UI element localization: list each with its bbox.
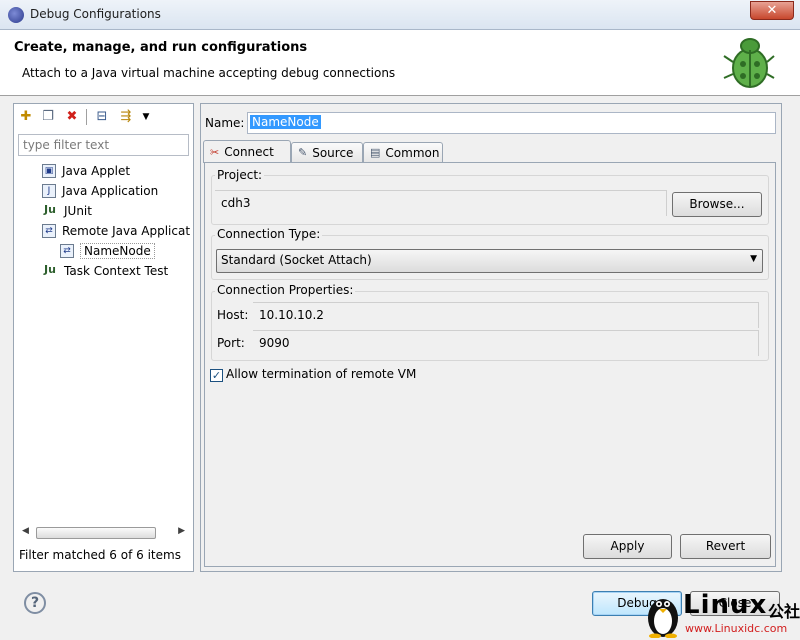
name-label: Name: bbox=[205, 116, 245, 130]
dialog-header: Create, manage, and run configurations A… bbox=[0, 30, 800, 96]
header-subtitle: Attach to a Java virtual machine accepti… bbox=[22, 66, 396, 80]
source-icon: ✎ bbox=[298, 146, 308, 159]
apply-button[interactable]: Apply bbox=[583, 534, 672, 559]
dropdown-arrow-icon[interactable]: ▼ bbox=[138, 109, 154, 125]
tab-common[interactable]: ▤ Common bbox=[363, 142, 443, 162]
tree-item-label: Java Applet bbox=[62, 164, 131, 178]
tab-source[interactable]: ✎ Source bbox=[291, 142, 363, 162]
scroll-left-icon[interactable]: ◀ bbox=[22, 526, 29, 536]
help-icon[interactable]: ? bbox=[24, 592, 46, 614]
watermark-cn: 公社 bbox=[768, 602, 800, 621]
connection-properties-label: Connection Properties: bbox=[215, 283, 356, 297]
tree-item-label: Java Application bbox=[62, 184, 159, 198]
duplicate-icon[interactable]: ❐ bbox=[40, 109, 56, 125]
allow-termination-label: Allow termination of remote VM bbox=[226, 367, 417, 381]
penguin-icon bbox=[648, 599, 678, 638]
config-editor-panel: Name: NameNode ✂ Connect ✎ Source ▤ Comm… bbox=[200, 103, 782, 572]
header-title: Create, manage, and run configurations bbox=[14, 40, 308, 55]
tree-item-junit[interactable]: Ju JUnit bbox=[42, 202, 92, 220]
tree-item-remote-java[interactable]: ⇄ Remote Java Applicat bbox=[42, 222, 190, 240]
allow-termination-checkbox[interactable]: ✓ bbox=[210, 369, 223, 382]
java-application-icon: J bbox=[42, 184, 56, 198]
watermark-logo: Linux 公社 www.Linuxidc.com bbox=[645, 588, 800, 640]
tree-item-java-application[interactable]: J Java Application bbox=[42, 182, 158, 200]
tree-item-label: NameNode bbox=[80, 243, 155, 259]
chevron-down-icon: ▼ bbox=[750, 254, 757, 264]
name-value: NameNode bbox=[250, 115, 321, 129]
tree-item-task-context-test[interactable]: Ju Task Context Test bbox=[42, 262, 168, 280]
watermark-url: www.Linuxidc.com bbox=[685, 622, 788, 635]
new-config-icon[interactable]: ✚ bbox=[18, 109, 34, 125]
tab-label: Source bbox=[312, 145, 354, 160]
window-title: Debug Configurations bbox=[30, 7, 161, 21]
project-label: Project: bbox=[215, 168, 265, 182]
connect-tab-body: Project: cdh3 Browse... Connection Type:… bbox=[204, 162, 776, 567]
common-icon: ▤ bbox=[370, 146, 381, 159]
bug-icon bbox=[723, 38, 775, 88]
project-field[interactable]: cdh3 bbox=[215, 190, 667, 216]
host-field[interactable]: 10.10.10.2 bbox=[253, 302, 759, 328]
config-icon: ⇄ bbox=[60, 244, 74, 258]
junit-icon: Ju bbox=[44, 203, 56, 216]
config-tabs: ✂ Connect ✎ Source ▤ Common bbox=[203, 140, 779, 164]
tree-horizontal-scrollbar[interactable]: ◀ ▶ bbox=[18, 524, 189, 542]
port-label: Port: bbox=[217, 336, 245, 350]
tab-label: Connect bbox=[224, 145, 274, 159]
collapse-all-icon[interactable]: ⊟ bbox=[94, 109, 110, 125]
config-tree-panel: ✚ ❐ ✖ ⊟ ⇶ ▼ type filter text ▣ Java Appl… bbox=[13, 103, 194, 572]
name-field[interactable]: NameNode bbox=[247, 112, 776, 134]
tree-item-java-applet[interactable]: ▣ Java Applet bbox=[42, 162, 130, 180]
filter-icon[interactable]: ⇶ bbox=[118, 109, 134, 125]
toolbar-separator bbox=[86, 109, 87, 125]
close-window-button[interactable]: ✕ bbox=[750, 1, 794, 20]
tree-item-label: JUnit bbox=[64, 204, 92, 218]
tab-connect[interactable]: ✂ Connect bbox=[203, 140, 291, 163]
filter-input[interactable]: type filter text bbox=[18, 134, 189, 156]
port-field[interactable]: 9090 bbox=[253, 330, 759, 356]
revert-button[interactable]: Revert bbox=[680, 534, 771, 559]
watermark-text: Linux bbox=[683, 590, 768, 620]
browse-button[interactable]: Browse... bbox=[672, 192, 762, 217]
tab-label: Common bbox=[385, 145, 440, 160]
scroll-right-icon[interactable]: ▶ bbox=[178, 526, 185, 536]
remote-java-icon: ⇄ bbox=[42, 224, 56, 238]
connection-type-label: Connection Type: bbox=[215, 227, 323, 241]
eclipse-icon bbox=[8, 7, 24, 23]
connect-icon: ✂ bbox=[210, 145, 220, 159]
tree-toolbar: ✚ ❐ ✖ ⊟ ⇶ ▼ bbox=[14, 104, 193, 130]
connection-type-select[interactable]: Standard (Socket Attach) ▼ bbox=[216, 249, 763, 273]
junit-icon: Ju bbox=[44, 263, 56, 276]
filter-status: Filter matched 6 of 6 items bbox=[19, 548, 181, 562]
scroll-thumb[interactable] bbox=[36, 527, 156, 539]
tree-item-label: Task Context Test bbox=[64, 264, 169, 278]
tree-item-label: Remote Java Applicat bbox=[62, 224, 191, 238]
host-label: Host: bbox=[217, 308, 249, 322]
delete-icon[interactable]: ✖ bbox=[64, 109, 80, 125]
java-applet-icon: ▣ bbox=[42, 164, 56, 178]
title-bar: Debug Configurations ✕ bbox=[0, 0, 800, 30]
connection-type-value: Standard (Socket Attach) bbox=[221, 253, 372, 267]
tree-item-namenode[interactable]: ⇄ NameNode bbox=[60, 242, 155, 260]
